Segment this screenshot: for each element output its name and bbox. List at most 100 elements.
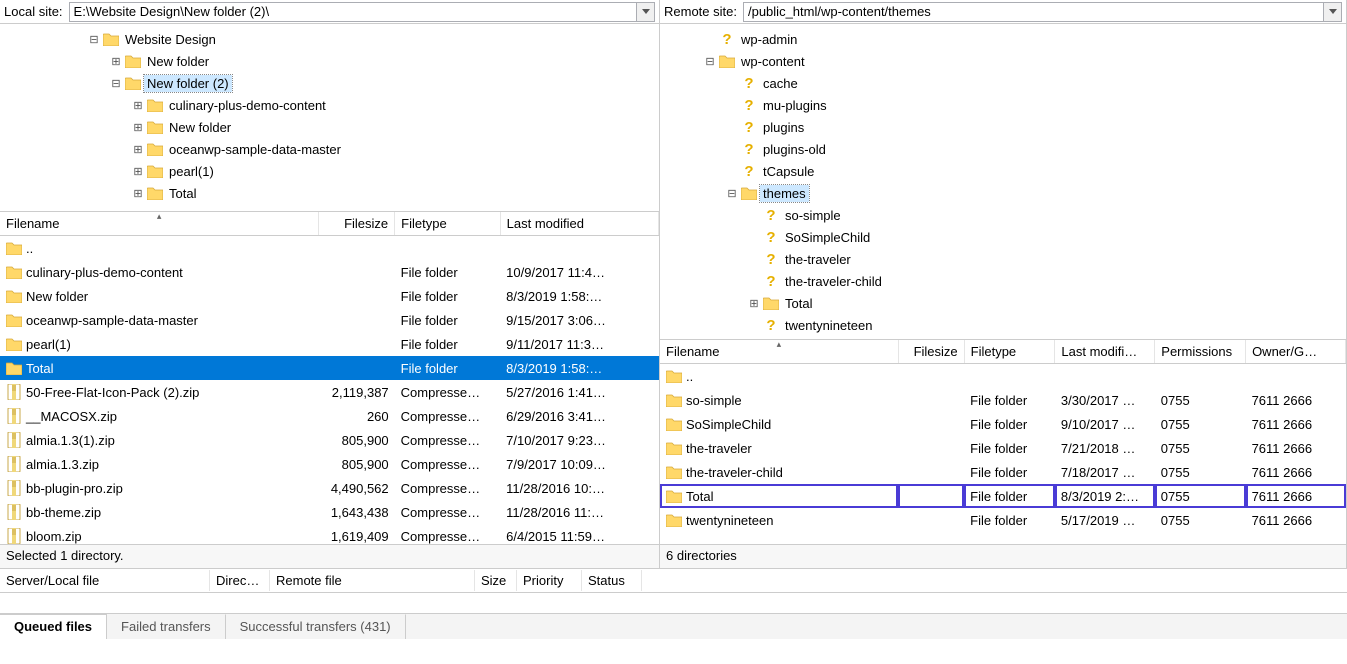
column-header-name[interactable]: Filename▴ bbox=[0, 212, 319, 236]
expand-icon[interactable]: ⊞ bbox=[130, 187, 146, 200]
column-header-mod[interactable]: Last modifi… bbox=[1055, 340, 1155, 364]
local-status-bar: Selected 1 directory. bbox=[0, 544, 659, 568]
tree-item-label: Total bbox=[166, 185, 199, 202]
folder-icon bbox=[124, 75, 142, 91]
cell-type: Compresse… bbox=[395, 452, 501, 476]
tab-successful-transfers-431[interactable]: Successful transfers (431) bbox=[226, 614, 406, 639]
tree-item[interactable]: ?the-traveler-child bbox=[660, 270, 1346, 292]
queue-header: Server/Local fileDirec…Remote fileSizePr… bbox=[0, 569, 1347, 593]
tree-item[interactable]: ?plugins-old bbox=[660, 138, 1346, 160]
queue-column-header[interactable]: Size bbox=[475, 570, 517, 591]
collapse-icon[interactable]: ⊟ bbox=[702, 55, 718, 68]
queue-column-header[interactable]: Status bbox=[582, 570, 642, 591]
queue-body[interactable] bbox=[0, 593, 1347, 613]
cell-perm: 0755 bbox=[1155, 436, 1246, 460]
column-header-size[interactable]: Filesize bbox=[319, 212, 395, 236]
list-item[interactable]: twentynineteenFile folder5/17/2019 …0755… bbox=[660, 508, 1346, 532]
tree-item[interactable]: ⊟themes bbox=[660, 182, 1346, 204]
expand-icon[interactable]: ⊞ bbox=[130, 143, 146, 156]
column-header-mod[interactable]: Last modified bbox=[500, 212, 658, 236]
column-header-size[interactable]: Filesize bbox=[898, 340, 964, 364]
list-item[interactable]: culinary-plus-demo-contentFile folder10/… bbox=[0, 260, 659, 284]
expand-icon[interactable]: ⊞ bbox=[108, 55, 124, 68]
list-item[interactable]: pearl(1)File folder9/11/2017 11:3… bbox=[0, 332, 659, 356]
local-path-dropdown[interactable] bbox=[637, 2, 655, 22]
tree-item[interactable]: ⊟wp-content bbox=[660, 50, 1346, 72]
cell-perm bbox=[1155, 364, 1246, 389]
list-item[interactable]: bb-theme.zip1,643,438Compresse…11/28/201… bbox=[0, 500, 659, 524]
list-item[interactable]: bloom.zip1,619,409Compresse…6/4/2015 11:… bbox=[0, 524, 659, 544]
list-item[interactable]: TotalFile folder8/3/2019 2:…07557611 266… bbox=[660, 484, 1346, 508]
collapse-icon[interactable]: ⊟ bbox=[86, 33, 102, 46]
tree-item[interactable]: ⊞Total bbox=[660, 292, 1346, 314]
cell-size: 4,490,562 bbox=[319, 476, 395, 500]
folder-icon bbox=[666, 416, 682, 432]
remote-folder-tree[interactable]: ?wp-admin⊟wp-content?cache?mu-plugins?pl… bbox=[660, 24, 1346, 340]
expand-icon[interactable]: ⊞ bbox=[130, 165, 146, 178]
list-item[interactable]: __MACOSX.zip260Compresse…6/29/2016 3:41… bbox=[0, 404, 659, 428]
column-header-name[interactable]: Filename▴ bbox=[660, 340, 898, 364]
remote-file-list[interactable]: Filename▴FilesizeFiletypeLast modifi…Per… bbox=[660, 340, 1346, 544]
column-header-own[interactable]: Owner/G… bbox=[1246, 340, 1346, 364]
tree-item[interactable]: ?the-traveler bbox=[660, 248, 1346, 270]
list-item[interactable]: so-simpleFile folder3/30/2017 …07557611 … bbox=[660, 388, 1346, 412]
tree-item[interactable]: ?mu-plugins bbox=[660, 94, 1346, 116]
local-file-list[interactable]: Filename▴FilesizeFiletypeLast modified..… bbox=[0, 212, 659, 544]
tree-item-label: cache bbox=[760, 75, 801, 92]
cell-size bbox=[898, 508, 964, 532]
list-item[interactable]: New folderFile folder8/3/2019 1:58:… bbox=[0, 284, 659, 308]
tree-item[interactable]: ⊞New folder bbox=[0, 116, 659, 138]
list-item[interactable]: almia.1.3(1).zip805,900Compresse…7/10/20… bbox=[0, 428, 659, 452]
filename-text: New folder bbox=[26, 289, 88, 304]
list-item[interactable]: bb-plugin-pro.zip4,490,562Compresse…11/2… bbox=[0, 476, 659, 500]
tree-item[interactable]: ?so-simple bbox=[660, 204, 1346, 226]
collapse-icon[interactable]: ⊟ bbox=[724, 187, 740, 200]
tree-item[interactable]: ⊞pearl(1) bbox=[0, 160, 659, 182]
remote-path-dropdown[interactable] bbox=[1324, 2, 1342, 22]
list-item[interactable]: TotalFile folder8/3/2019 1:58:… bbox=[0, 356, 659, 380]
list-item[interactable]: the-traveler-childFile folder7/18/2017 …… bbox=[660, 460, 1346, 484]
local-path-input[interactable] bbox=[69, 2, 637, 22]
cell-type: Compresse… bbox=[395, 428, 501, 452]
column-header-type[interactable]: Filetype bbox=[395, 212, 501, 236]
tree-item-label: the-traveler bbox=[782, 251, 854, 268]
tree-item[interactable]: ?wp-admin bbox=[660, 28, 1346, 50]
expand-icon[interactable]: ⊞ bbox=[746, 297, 762, 310]
list-item[interactable]: .. bbox=[660, 364, 1346, 389]
tree-item[interactable]: ⊟Website Design bbox=[0, 28, 659, 50]
tree-item[interactable]: ?SoSimpleChild bbox=[660, 226, 1346, 248]
list-item[interactable]: almia.1.3.zip805,900Compresse…7/9/2017 1… bbox=[0, 452, 659, 476]
queue-column-header[interactable]: Remote file bbox=[270, 570, 475, 591]
expand-icon[interactable]: ⊞ bbox=[130, 121, 146, 134]
tree-item[interactable]: ⊞ oceanwp-sample-data-master bbox=[0, 138, 659, 160]
tree-item[interactable]: ?cache bbox=[660, 72, 1346, 94]
tree-item[interactable]: ?plugins bbox=[660, 116, 1346, 138]
collapse-icon[interactable]: ⊟ bbox=[108, 77, 124, 90]
cell-type bbox=[395, 236, 501, 261]
tree-item-label: oceanwp-sample-data-master bbox=[166, 141, 344, 158]
list-item[interactable]: 50-Free-Flat-Icon-Pack (2).zip2,119,387C… bbox=[0, 380, 659, 404]
tree-item[interactable]: ⊞culinary-plus-demo-content bbox=[0, 94, 659, 116]
queue-column-header[interactable]: Server/Local file bbox=[0, 570, 210, 591]
list-item[interactable]: oceanwp-sample-data-masterFile folder9/1… bbox=[0, 308, 659, 332]
column-header-type[interactable]: Filetype bbox=[964, 340, 1055, 364]
list-item[interactable]: SoSimpleChildFile folder9/10/2017 …07557… bbox=[660, 412, 1346, 436]
filename-text: so-simple bbox=[686, 393, 742, 408]
tree-item[interactable]: ⊞ Total bbox=[0, 182, 659, 204]
expand-icon[interactable]: ⊞ bbox=[130, 99, 146, 112]
tree-item[interactable]: ?twentynineteen bbox=[660, 314, 1346, 336]
column-header-perm[interactable]: Permissions bbox=[1155, 340, 1246, 364]
local-path-bar: Local site: bbox=[0, 0, 659, 24]
tree-item[interactable]: ⊟New folder (2) bbox=[0, 72, 659, 94]
list-item[interactable]: the-travelerFile folder7/21/2018 …075576… bbox=[660, 436, 1346, 460]
queue-column-header[interactable]: Priority bbox=[517, 570, 582, 591]
tab-queued-files[interactable]: Queued files bbox=[0, 614, 107, 639]
remote-path-input[interactable] bbox=[743, 2, 1324, 22]
queue-tabs: Queued filesFailed transfersSuccessful t… bbox=[0, 613, 1347, 639]
tab-failed-transfers[interactable]: Failed transfers bbox=[107, 614, 226, 639]
list-item[interactable]: .. bbox=[0, 236, 659, 261]
tree-item[interactable]: ⊞New folder bbox=[0, 50, 659, 72]
queue-column-header[interactable]: Direc… bbox=[210, 570, 270, 591]
tree-item[interactable]: ?tCapsule bbox=[660, 160, 1346, 182]
local-folder-tree[interactable]: ⊟Website Design⊞New folder⊟New folder (2… bbox=[0, 24, 659, 212]
